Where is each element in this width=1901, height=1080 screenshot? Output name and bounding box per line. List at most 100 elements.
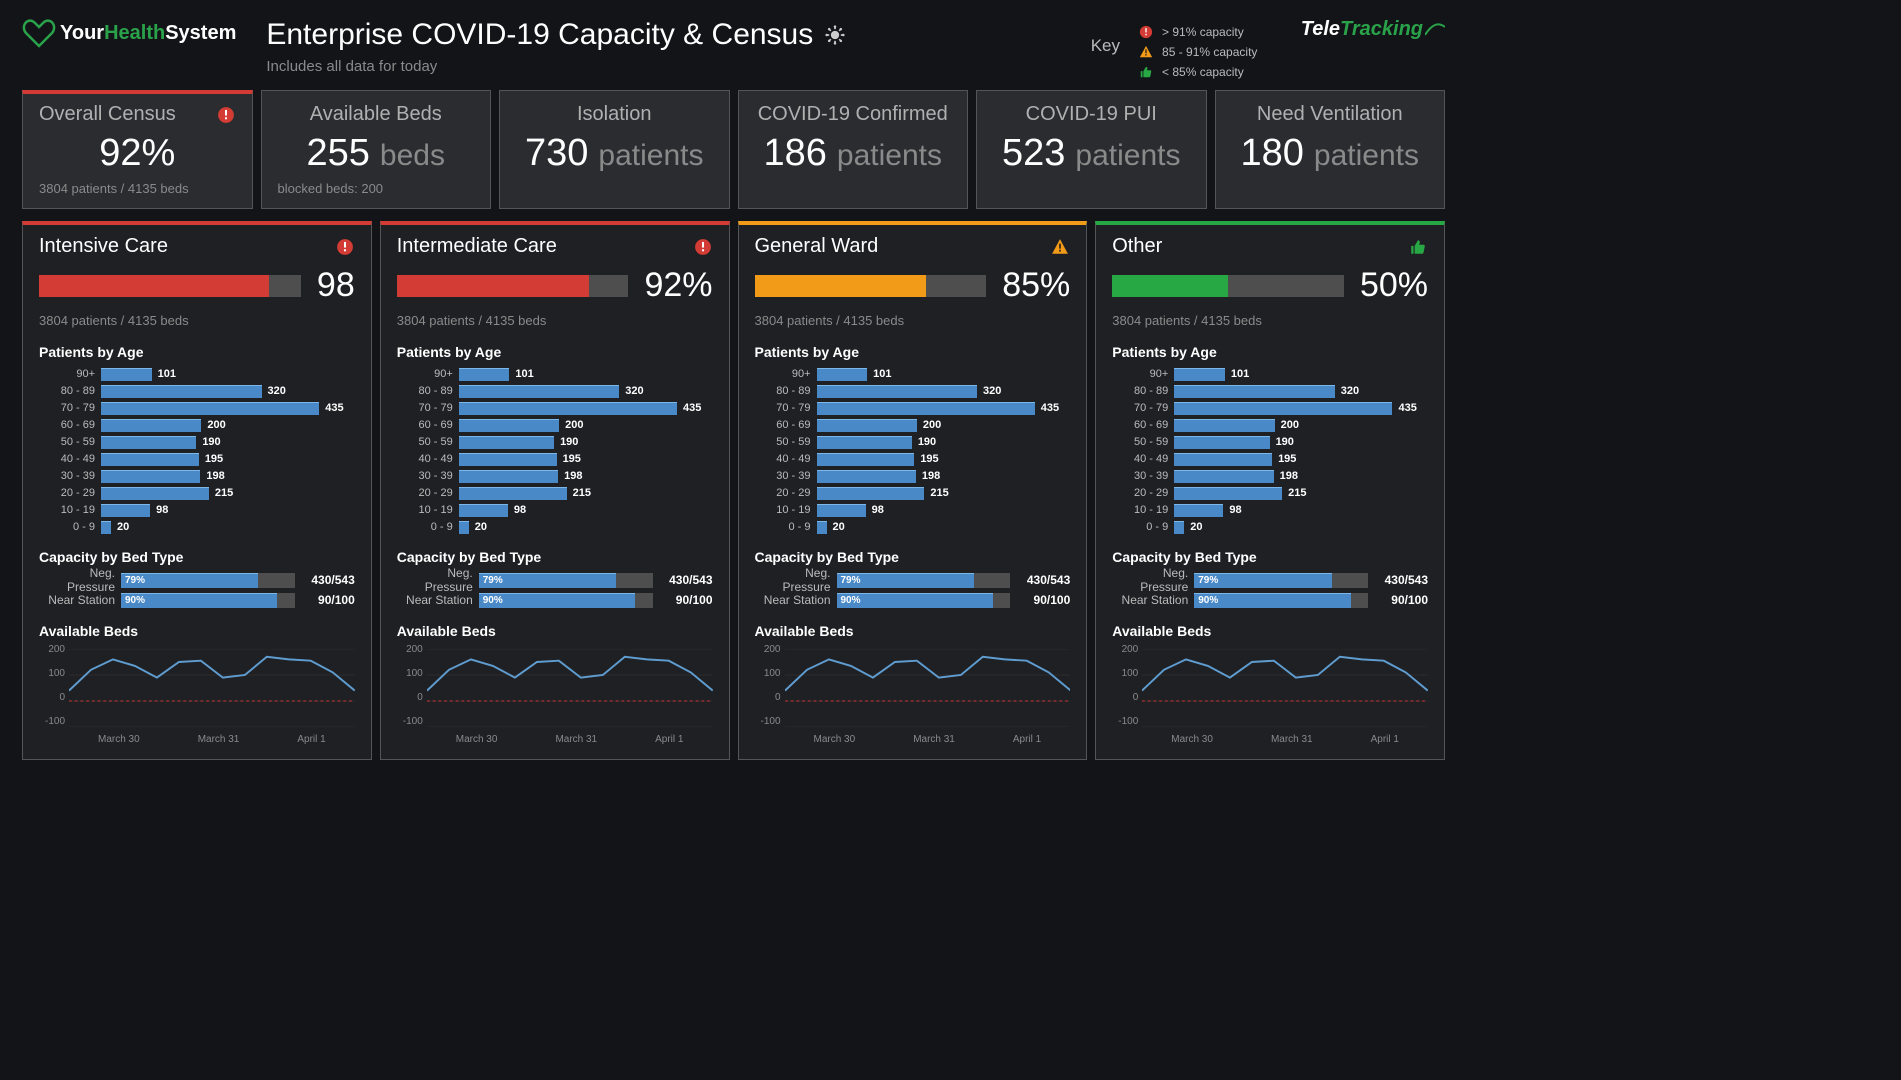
metric-value: 180 — [1241, 132, 1304, 175]
legend-text: > 91% capacity — [1162, 25, 1244, 39]
age-bar — [817, 402, 1035, 415]
x-tick: March 30 — [1171, 734, 1213, 745]
age-bar-wrap: 215 — [459, 487, 713, 500]
metric-title: Overall Census — [39, 103, 176, 126]
panel-sub: 3804 patients / 4135 beds — [1112, 313, 1428, 328]
age-bar-wrap: 320 — [817, 385, 1071, 398]
age-row: 40 - 49 195 — [39, 451, 355, 467]
age-value: 320 — [1341, 385, 1359, 397]
bedtype-value: 90/100 — [295, 593, 355, 607]
bedtype-value: 90/100 — [1368, 593, 1428, 607]
metric-value: 730 — [525, 132, 588, 175]
metric-value: 186 — [764, 132, 827, 175]
age-value: 20 — [117, 521, 129, 533]
avail-title: Available Beds — [397, 623, 713, 639]
capacity-row: 50% — [1112, 266, 1428, 305]
age-label: 60 - 69 — [755, 419, 817, 431]
legend-item-high: > 91% capacity — [1138, 24, 1257, 40]
capacity-bar — [39, 275, 301, 297]
age-label: 80 - 89 — [1112, 385, 1174, 397]
age-value: 435 — [683, 402, 701, 414]
age-title: Patients by Age — [755, 344, 1071, 360]
age-value: 320 — [625, 385, 643, 397]
age-bar-wrap: 195 — [817, 453, 1071, 466]
age-title: Patients by Age — [39, 344, 355, 360]
age-label: 70 - 79 — [755, 402, 817, 414]
age-row: 80 - 89320 — [755, 383, 1071, 399]
metric-sub: blocked beds: 200 — [278, 181, 475, 196]
age-title: Patients by Age — [397, 344, 713, 360]
age-value: 98 — [514, 504, 526, 516]
age-label: 50 - 59 — [39, 436, 101, 448]
age-bar — [1174, 385, 1335, 398]
brand-text: System — [165, 22, 236, 44]
metric-title: COVID-19 Confirmed — [755, 103, 952, 126]
y-tick: 0 — [397, 693, 423, 703]
bedtype-label: Near Station — [755, 593, 837, 607]
brand-logo-left: YourHealthSystem — [22, 18, 236, 48]
age-label: 20 - 29 — [1112, 487, 1174, 499]
x-tick: March 31 — [198, 734, 240, 745]
y-tick: -100 — [755, 717, 781, 727]
age-row: 60 - 69200 — [397, 417, 713, 433]
bedtype-row: Neg. Pressure79%430/543 — [397, 571, 713, 589]
age-bar — [1174, 504, 1223, 517]
page-title: Enterprise COVID-19 Capacity & Census — [266, 18, 813, 52]
panel-title: General Ward — [755, 235, 879, 258]
age-row: 0 - 920 — [755, 519, 1071, 535]
metric-covid-confirmed: COVID-19 Confirmed 186patients — [738, 90, 969, 209]
bedtype-value: 430/543 — [295, 573, 355, 587]
age-row: 70 - 79435 — [39, 400, 355, 416]
y-tick: 0 — [1112, 693, 1138, 703]
age-bar-wrap: 198 — [101, 470, 355, 483]
age-bar — [459, 487, 567, 500]
age-bar-wrap: 320 — [1174, 385, 1428, 398]
bedtype-row: Near Station90%90/100 — [755, 591, 1071, 609]
bedtype-title: Capacity by Bed Type — [39, 549, 355, 565]
metric-value: 92% — [99, 132, 175, 175]
age-bar-wrap: 98 — [101, 504, 355, 517]
age-value: 215 — [930, 487, 948, 499]
alert-circle-icon — [216, 105, 236, 125]
care-panel: Intermediate Care 92% 3804 patients / 41… — [380, 221, 730, 760]
bedtype-chart: Neg. Pressure79%430/543Near Station90%90… — [1112, 571, 1428, 609]
panels-row: Intensive Care 98 3804 patients / 4135 b… — [0, 217, 1467, 772]
age-label: 40 - 49 — [397, 453, 459, 465]
age-value: 20 — [1190, 521, 1202, 533]
age-bar — [817, 385, 978, 398]
age-value: 195 — [205, 453, 223, 465]
alert-circle-icon — [335, 237, 355, 257]
legend: Key > 91% capacity 85 - 91% capacity < 8… — [1091, 18, 1271, 80]
age-label: 80 - 89 — [397, 385, 459, 397]
age-bar-wrap: 20 — [1174, 521, 1428, 534]
metric-title: Available Beds — [278, 103, 475, 126]
y-tick: -100 — [39, 717, 65, 727]
age-bar-wrap: 435 — [101, 402, 355, 415]
age-bar — [101, 470, 200, 483]
bedtype-value: 430/543 — [1368, 573, 1428, 587]
age-bar-wrap: 101 — [1174, 368, 1428, 381]
age-bar-wrap: 215 — [1174, 487, 1428, 500]
bedtype-row: Near Station90%90/100 — [397, 591, 713, 609]
age-row: 70 - 79435 — [755, 400, 1071, 416]
bedtype-title: Capacity by Bed Type — [397, 549, 713, 565]
age-bar — [817, 419, 917, 432]
bedtype-row: Neg. Pressure79%430/543 — [755, 571, 1071, 589]
bedtype-value: 430/543 — [653, 573, 713, 587]
bedtype-title: Capacity by Bed Type — [755, 549, 1071, 565]
age-bar — [1174, 419, 1274, 432]
age-label: 40 - 49 — [39, 453, 101, 465]
age-label: 40 - 49 — [755, 453, 817, 465]
avail-chart: 2001000-100 March 30March 31April 1 — [755, 645, 1071, 745]
age-value: 320 — [983, 385, 1001, 397]
age-bar-wrap: 200 — [459, 419, 713, 432]
metric-overall-census: Overall Census 92% 3804 patients / 4135 … — [22, 90, 253, 209]
y-tick: 100 — [397, 669, 423, 679]
bedtype-bar-wrap: 90% — [1194, 593, 1368, 608]
age-bar-wrap: 435 — [1174, 402, 1428, 415]
page-subtitle: Includes all data for today — [266, 58, 1060, 75]
bedtype-pct: 79% — [125, 573, 145, 588]
bedtype-bar-wrap: 79% — [837, 573, 1011, 588]
bedtype-label: Near Station — [39, 593, 121, 607]
brand-text: Tele — [1301, 18, 1340, 40]
